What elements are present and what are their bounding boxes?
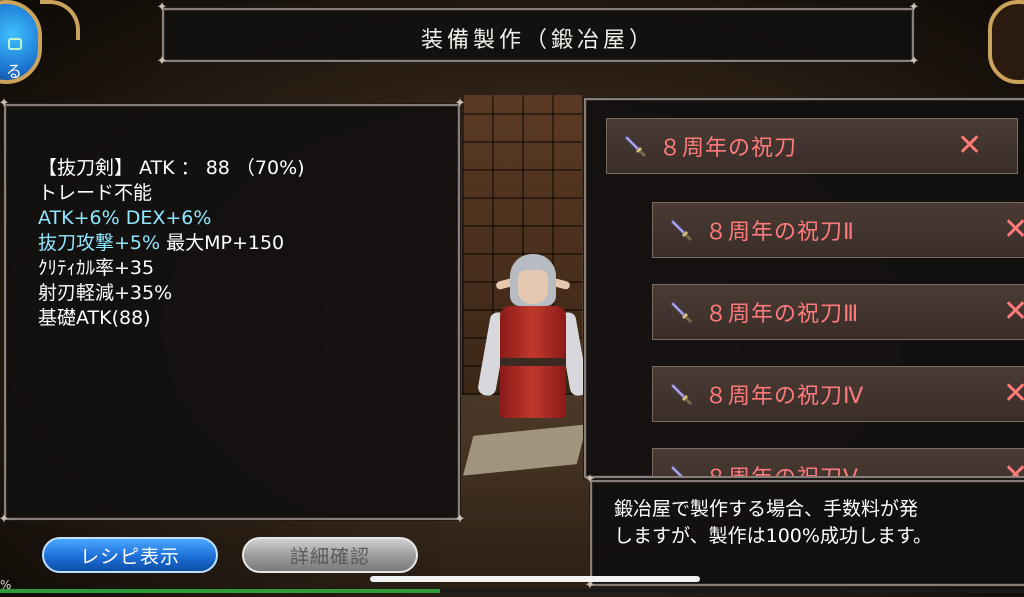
character-belt (500, 358, 566, 366)
remove-recipe-button[interactable]: ✕ (1003, 297, 1024, 327)
show-recipe-button[interactable]: レシピ表示 (42, 537, 218, 573)
character-face (518, 270, 548, 304)
corner-ornament-icon: ✦ (908, 0, 920, 15)
description-line: しますが、製作は100%成功します。 (614, 525, 933, 547)
menu-icon (8, 38, 22, 50)
gold-ornament-left (40, 0, 80, 40)
corner-ornament-icon: ✦ (0, 96, 10, 111)
sword-icon (670, 383, 693, 406)
item-stat-line: ｸﾘﾃｨｶﾙ率+35 (38, 257, 155, 279)
item-stat-line: 射刃軽減+35% (38, 282, 173, 304)
title-bar: ✦ ✦ ✦ ✦ 装備製作（鍛冶屋） (157, 1, 920, 69)
item-stat-line: 抜刀攻撃+5% 最大MP+150 (38, 231, 305, 256)
description-panel: ✦ ✦ 鍛冶屋で製作する場合、手数料が発 しますが、製作は100%成功します。 (585, 473, 1024, 593)
remove-recipe-button[interactable]: ✕ (1003, 379, 1024, 409)
recipe-name: ８周年の祝刀Ⅱ (705, 220, 855, 245)
recipe-item[interactable]: ８周年の祝刀Ⅳ ✕ (652, 366, 1024, 422)
recipe-list[interactable]: ８周年の祝刀 ✕ ８周年の祝刀Ⅱ ✕ ８周年の祝刀Ⅲ ✕ ８周年の祝刀Ⅳ ✕ ８… (586, 100, 1024, 476)
recipe-item[interactable]: ８周年の祝刀Ⅲ ✕ (652, 284, 1024, 340)
description-line: 鍛冶屋で製作する場合、手数料が発 (614, 498, 919, 520)
recipe-list-panel: ✦ ８周年の祝刀 ✕ ８周年の祝刀Ⅱ ✕ ８周年の祝刀Ⅲ ✕ ８周年の祝刀Ⅳ ✕… (584, 98, 1024, 478)
sword-icon (670, 465, 684, 476)
remove-recipe-button[interactable]: ✕ (1003, 215, 1024, 245)
home-indicator[interactable] (370, 576, 700, 582)
description-text: 鍛冶屋で製作する場合、手数料が発 しますが、製作は100%成功します。 (614, 496, 932, 550)
item-stat-segment: 抜刀攻撃+5% (38, 232, 161, 254)
recipe-item[interactable]: ８周年の祝刀Ⅴ ✕ (652, 448, 1024, 477)
corner-ornament-icon: ✦ (454, 512, 466, 527)
corner-ornament-icon: ✦ (0, 512, 10, 527)
item-stat-list: 【抜刀剣】 ATK ： 88 （70%) トレード不能 ATK+6% DEX+6… (38, 156, 305, 331)
recipe-item[interactable]: ８周年の祝刀Ⅱ ✕ (652, 202, 1024, 258)
recipe-name: ８周年の祝刀Ⅲ (705, 302, 860, 327)
sword-icon (624, 135, 647, 158)
recipe-item[interactable]: ８周年の祝刀 ✕ (606, 118, 1018, 174)
menu-round-button[interactable]: る (0, 0, 42, 84)
item-stat-line: 【抜刀剣】 ATK ： 88 （70%) (38, 157, 305, 179)
page-title: 装備製作（鍛冶屋） (420, 28, 655, 53)
item-stat-line: ATK+6% DEX+6% (38, 207, 212, 229)
item-stat-line: トレード不能 (38, 182, 153, 204)
recipe-name: ８周年の祝刀Ⅴ (705, 460, 859, 476)
item-stat-segment: 最大MP+150 (160, 232, 285, 254)
menu-round-button-label: る (6, 62, 23, 81)
item-info-panel: ✦ ✦ ✦ ✦ 【抜刀剣】 ATK ： 88 （70%) トレード不能 ATK+… (0, 97, 465, 527)
remove-recipe-button[interactable]: ✕ (957, 131, 982, 161)
progress-bar (0, 589, 1024, 593)
sword-icon (670, 301, 693, 324)
remove-recipe-button[interactable]: ✕ (1003, 461, 1024, 477)
gold-ornament-right (988, 0, 1024, 84)
corner-ornament-icon: ✦ (908, 54, 920, 69)
detail-check-button[interactable]: 詳細確認 (242, 537, 418, 573)
progress-bar-fill (0, 589, 441, 593)
corner-ornament-icon: ✦ (584, 472, 596, 487)
blacksmith-character (476, 250, 590, 430)
item-stat-line: 基礎ATK(88) (38, 307, 151, 329)
corner-ornament-icon: ✦ (454, 96, 466, 111)
sword-icon (670, 219, 693, 242)
corner-ornament-icon: ✦ (156, 0, 168, 15)
recipe-name: ８周年の祝刀 (659, 136, 798, 161)
corner-ornament-icon: ✦ (156, 54, 168, 69)
recipe-name: ８周年の祝刀Ⅳ (705, 384, 865, 409)
